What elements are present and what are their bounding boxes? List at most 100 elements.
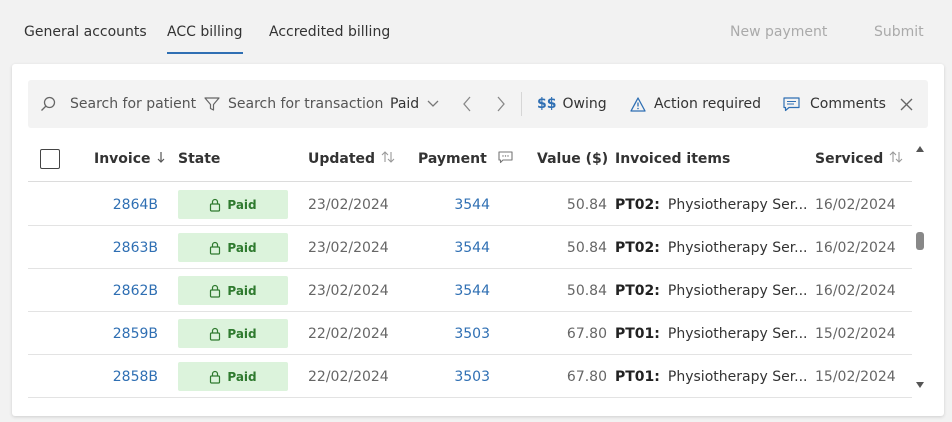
checkbox[interactable] xyxy=(40,149,60,169)
header-state-label: State xyxy=(178,151,221,167)
owing-label: Owing xyxy=(562,96,607,112)
search-icon xyxy=(40,96,56,112)
updated-date: 22/02/2024 xyxy=(308,325,389,342)
previous-page-button[interactable] xyxy=(462,80,472,128)
owing-filter[interactable]: $$ Owing xyxy=(537,80,607,128)
serviced-date: 15/02/2024 xyxy=(815,325,896,342)
lock-icon xyxy=(210,284,221,298)
scroll-down-arrow-icon[interactable] xyxy=(916,382,924,388)
search-transaction[interactable]: Search for transaction xyxy=(204,80,383,128)
status-badge: Paid xyxy=(178,276,288,305)
table-row[interactable]: 2864B Paid 23/02/2024 3544 50.84 PT02: P… xyxy=(28,183,912,226)
toolbar-divider xyxy=(521,92,522,116)
invoice-link[interactable]: 2858B xyxy=(88,355,158,398)
item-description: Physiotherapy Ser... xyxy=(667,325,808,342)
chevron-left-icon xyxy=(462,96,472,112)
header-invoice[interactable]: Invoice xyxy=(94,136,165,182)
search-transaction-input[interactable]: Search for transaction xyxy=(228,96,383,112)
value-amount: 67.80 xyxy=(566,368,607,385)
invoiced-item: PT02: Physiotherapy Ser... xyxy=(615,226,808,269)
payment-link[interactable]: 3544 xyxy=(418,183,490,226)
value-amount: 50.84 xyxy=(566,282,607,299)
item-description: Physiotherapy Ser... xyxy=(667,282,808,299)
tab-accredited-billing[interactable]: Accredited billing xyxy=(269,24,390,40)
header-comment[interactable] xyxy=(498,136,513,182)
lock-icon xyxy=(210,370,221,384)
payment-link[interactable]: 3544 xyxy=(418,226,490,269)
serviced-date: 16/02/2024 xyxy=(815,282,896,299)
updated-date: 22/02/2024 xyxy=(308,368,389,385)
action-required-filter[interactable]: Action required xyxy=(630,80,761,128)
header-serviced[interactable]: Serviced xyxy=(815,136,903,182)
status-text: Paid xyxy=(227,283,257,298)
invoiced-item: PT01: Physiotherapy Ser... xyxy=(615,312,808,355)
header-payment-label: Payment xyxy=(418,151,487,167)
chevron-right-icon xyxy=(496,96,506,112)
next-page-button[interactable] xyxy=(496,80,506,128)
updated-date: 23/02/2024 xyxy=(308,239,389,256)
invoice-link[interactable]: 2863B xyxy=(88,226,158,269)
updated-date: 23/02/2024 xyxy=(308,282,389,299)
invoice-link[interactable]: 2862B xyxy=(88,269,158,312)
invoiced-item: PT01: Physiotherapy Ser... xyxy=(615,355,808,398)
status-badge: Paid xyxy=(178,319,288,348)
table-header: Invoice State Updated Payment Value ($) … xyxy=(28,136,912,182)
new-payment-button[interactable]: New payment xyxy=(730,24,827,40)
status-text: Paid xyxy=(227,197,257,212)
item-code: PT02: xyxy=(615,239,660,256)
table-row[interactable]: 2863B Paid 23/02/2024 3544 50.84 PT02: P… xyxy=(28,226,912,269)
header-updated[interactable]: Updated xyxy=(308,136,395,182)
item-description: Physiotherapy Ser... xyxy=(667,239,808,256)
select-all-checkbox[interactable] xyxy=(40,136,60,182)
serviced-date: 16/02/2024 xyxy=(815,196,896,213)
comments-label: Comments xyxy=(810,96,886,112)
lock-icon xyxy=(210,241,221,255)
item-code: PT01: xyxy=(615,368,660,385)
header-invoiced-items-label: Invoiced items xyxy=(615,151,731,167)
state-filter-value: Paid xyxy=(390,96,420,112)
invoiced-item: PT02: Physiotherapy Ser... xyxy=(615,183,808,226)
serviced-date: 15/02/2024 xyxy=(815,368,896,385)
header-updated-label: Updated xyxy=(308,151,376,167)
tab-acc-billing[interactable]: ACC billing xyxy=(167,24,243,54)
table-row[interactable]: 2859B Paid 22/02/2024 3503 67.80 PT01: P… xyxy=(28,312,912,355)
payment-link[interactable]: 3544 xyxy=(418,269,490,312)
state-filter-dropdown[interactable]: Paid xyxy=(390,80,439,128)
clear-filters-button[interactable] xyxy=(900,80,913,128)
header-invoiced-items[interactable]: Invoiced items xyxy=(615,136,730,182)
payment-link[interactable]: 3503 xyxy=(418,355,490,398)
search-patient[interactable]: Search for patient xyxy=(40,80,196,128)
payment-link[interactable]: 3503 xyxy=(418,312,490,355)
chevron-down-icon xyxy=(427,100,439,108)
value-amount: 67.80 xyxy=(566,325,607,342)
close-icon xyxy=(900,98,913,111)
submit-button[interactable]: Submit xyxy=(874,24,924,40)
header-payment[interactable]: Payment xyxy=(418,136,487,182)
status-badge: Paid xyxy=(178,362,288,391)
table-row[interactable]: 2862B Paid 23/02/2024 3544 50.84 PT02: P… xyxy=(28,269,912,312)
lock-icon xyxy=(210,327,221,341)
comments-filter[interactable]: Comments xyxy=(783,80,886,128)
status-text: Paid xyxy=(227,369,257,384)
header-value[interactable]: Value ($) xyxy=(537,136,608,182)
dollar-icon: $$ xyxy=(537,96,557,112)
header-state[interactable]: State xyxy=(178,136,220,182)
status-text: Paid xyxy=(227,240,257,255)
status-badge: Paid xyxy=(178,233,288,262)
invoiced-item: PT02: Physiotherapy Ser... xyxy=(615,269,808,312)
updated-date: 23/02/2024 xyxy=(308,196,389,213)
item-description: Physiotherapy Ser... xyxy=(667,368,808,385)
lock-icon xyxy=(210,198,221,212)
scroll-up-arrow-icon[interactable] xyxy=(916,146,924,152)
invoice-link[interactable]: 2864B xyxy=(88,183,158,226)
serviced-date: 16/02/2024 xyxy=(815,239,896,256)
invoice-link[interactable]: 2859B xyxy=(88,312,158,355)
search-patient-input[interactable]: Search for patient xyxy=(70,96,196,112)
sort-down-icon xyxy=(157,151,165,167)
table-row[interactable]: 2858B Paid 22/02/2024 3503 67.80 PT01: P… xyxy=(28,355,912,398)
filter-toolbar: Search for patient Search for transactio… xyxy=(28,80,928,128)
vertical-scrollbar[interactable] xyxy=(912,136,928,396)
item-code: PT02: xyxy=(615,196,660,213)
scroll-thumb[interactable] xyxy=(916,232,924,250)
tab-general-accounts[interactable]: General accounts xyxy=(24,24,147,40)
